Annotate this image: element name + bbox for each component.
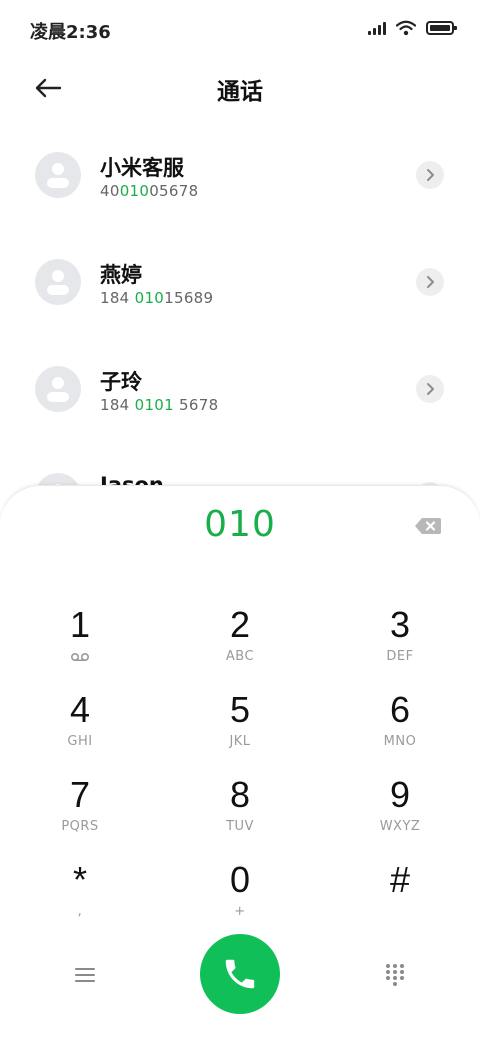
number-match: 010: [134, 289, 165, 307]
status-time: 凌晨2:36: [30, 22, 111, 43]
chevron-right-icon: [427, 383, 434, 395]
contact-number: 4001005678: [100, 182, 199, 200]
key-5[interactable]: 5 JKL: [180, 686, 300, 766]
signal-icon: [368, 21, 386, 35]
contact-detail-button[interactable]: [416, 161, 444, 189]
menu-icon: [75, 968, 95, 982]
key-star[interactable]: * ,: [20, 856, 140, 936]
keypad: 1 2 ABC 3 DEF 4 GHI 5 JKL 6 MNO 7 PQRS 8…: [0, 601, 480, 941]
contact-number: 184 01015689: [100, 289, 214, 307]
key-7[interactable]: 7 PQRS: [20, 771, 140, 851]
key-9[interactable]: 9 WXYZ: [340, 771, 460, 851]
chevron-right-icon: [427, 276, 434, 288]
header: 通话: [0, 60, 480, 116]
dialer-bottom-bar: [0, 934, 480, 1016]
contact-row[interactable]: 子玲 184 0101 5678: [0, 334, 480, 441]
contact-name: 小米客服: [100, 156, 184, 180]
number-match: 010: [119, 182, 150, 200]
number-match: 0101: [134, 396, 174, 414]
key-8[interactable]: 8 TUV: [180, 771, 300, 851]
page-title: 通话: [217, 79, 263, 105]
key-hash[interactable]: #: [340, 856, 460, 936]
contact-row[interactable]: 小米客服 4001005678: [0, 120, 480, 227]
key-1[interactable]: 1: [20, 601, 140, 681]
key-4[interactable]: 4 GHI: [20, 686, 140, 766]
status-icons: [368, 20, 457, 36]
contact-detail-button[interactable]: [416, 375, 444, 403]
contact-number: 184 0101 5678: [100, 396, 219, 414]
contact-list: 小米客服 4001005678 燕婷 184 01015689 子玲 184 0…: [0, 120, 480, 548]
avatar: [35, 152, 81, 198]
avatar: [35, 259, 81, 305]
phone-icon: [225, 959, 255, 989]
battery-icon: [426, 21, 457, 35]
menu-button[interactable]: [65, 957, 105, 993]
key-6[interactable]: 6 MNO: [340, 686, 460, 766]
chevron-right-icon: [427, 169, 434, 181]
wifi-icon: [396, 20, 416, 36]
typed-number: 010: [204, 504, 276, 545]
dialpad-panel: 010 1 2 ABC 3 DEF 4 GHI 5 JKL 6 MNO 7 PQ…: [0, 485, 480, 1040]
call-button[interactable]: [200, 934, 280, 1014]
contact-name: 燕婷: [100, 263, 142, 287]
contact-row[interactable]: 燕婷 184 01015689: [0, 227, 480, 334]
contact-detail-button[interactable]: [416, 268, 444, 296]
key-0[interactable]: 0 +: [180, 856, 300, 936]
key-3[interactable]: 3 DEF: [340, 601, 460, 681]
backspace-icon: [415, 518, 441, 534]
dialpad-grid-button[interactable]: [375, 957, 415, 993]
dialpad-grid-icon: [386, 964, 404, 986]
contact-name: 子玲: [100, 370, 142, 394]
voicemail-icon: [70, 653, 90, 662]
key-2[interactable]: 2 ABC: [180, 601, 300, 681]
status-bar: 凌晨2:36: [0, 0, 480, 60]
avatar: [35, 366, 81, 412]
delete-button[interactable]: [414, 516, 442, 536]
